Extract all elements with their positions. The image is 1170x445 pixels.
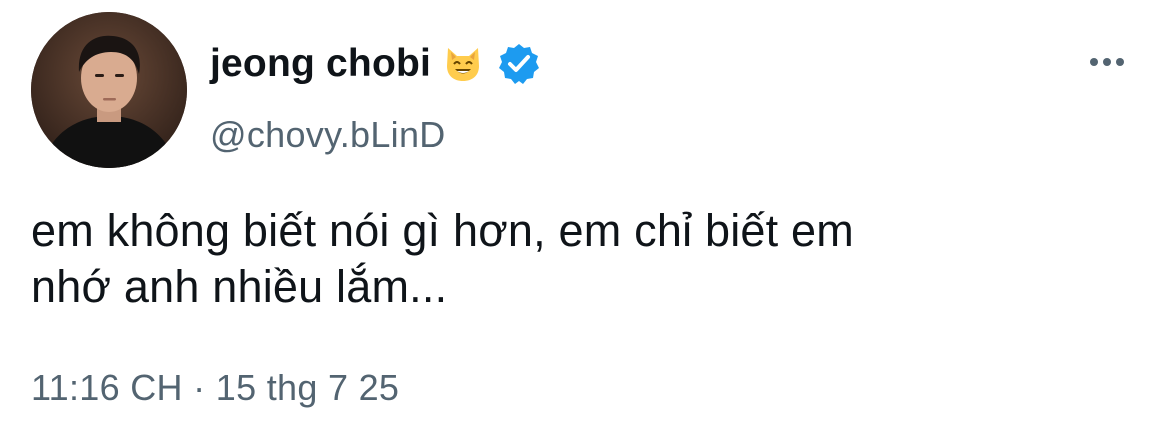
- user-handle[interactable]: @chovy.bLinD: [210, 114, 446, 156]
- tweet-text: em không biết nói gì hơn, em chỉ biết em…: [31, 203, 1141, 315]
- tweet-text-line: em không biết nói gì hơn, em chỉ biết em: [31, 205, 854, 256]
- tweet-card: jeong chobi @chovy.bLinD em không biết n…: [0, 0, 1170, 445]
- author-name-row: jeong chobi: [210, 38, 541, 90]
- more-options-button[interactable]: [1082, 44, 1132, 80]
- timestamp-time: 11:16 CH: [31, 367, 183, 408]
- tweet-text-line: nhớ anh nhiều lắm...: [31, 261, 448, 312]
- cat-face-emoji-icon: [447, 48, 480, 81]
- display-name[interactable]: jeong chobi: [210, 42, 431, 86]
- profile-photo: [31, 12, 187, 168]
- more-options-icon: [1090, 58, 1124, 66]
- timestamp[interactable]: 11:16 CH · 15 thg 7 25: [31, 367, 399, 409]
- avatar[interactable]: [31, 12, 187, 168]
- timestamp-date: 15 thg 7 25: [215, 367, 400, 408]
- verified-badge-icon: [499, 44, 540, 84]
- timestamp-separator: ·: [193, 367, 206, 408]
